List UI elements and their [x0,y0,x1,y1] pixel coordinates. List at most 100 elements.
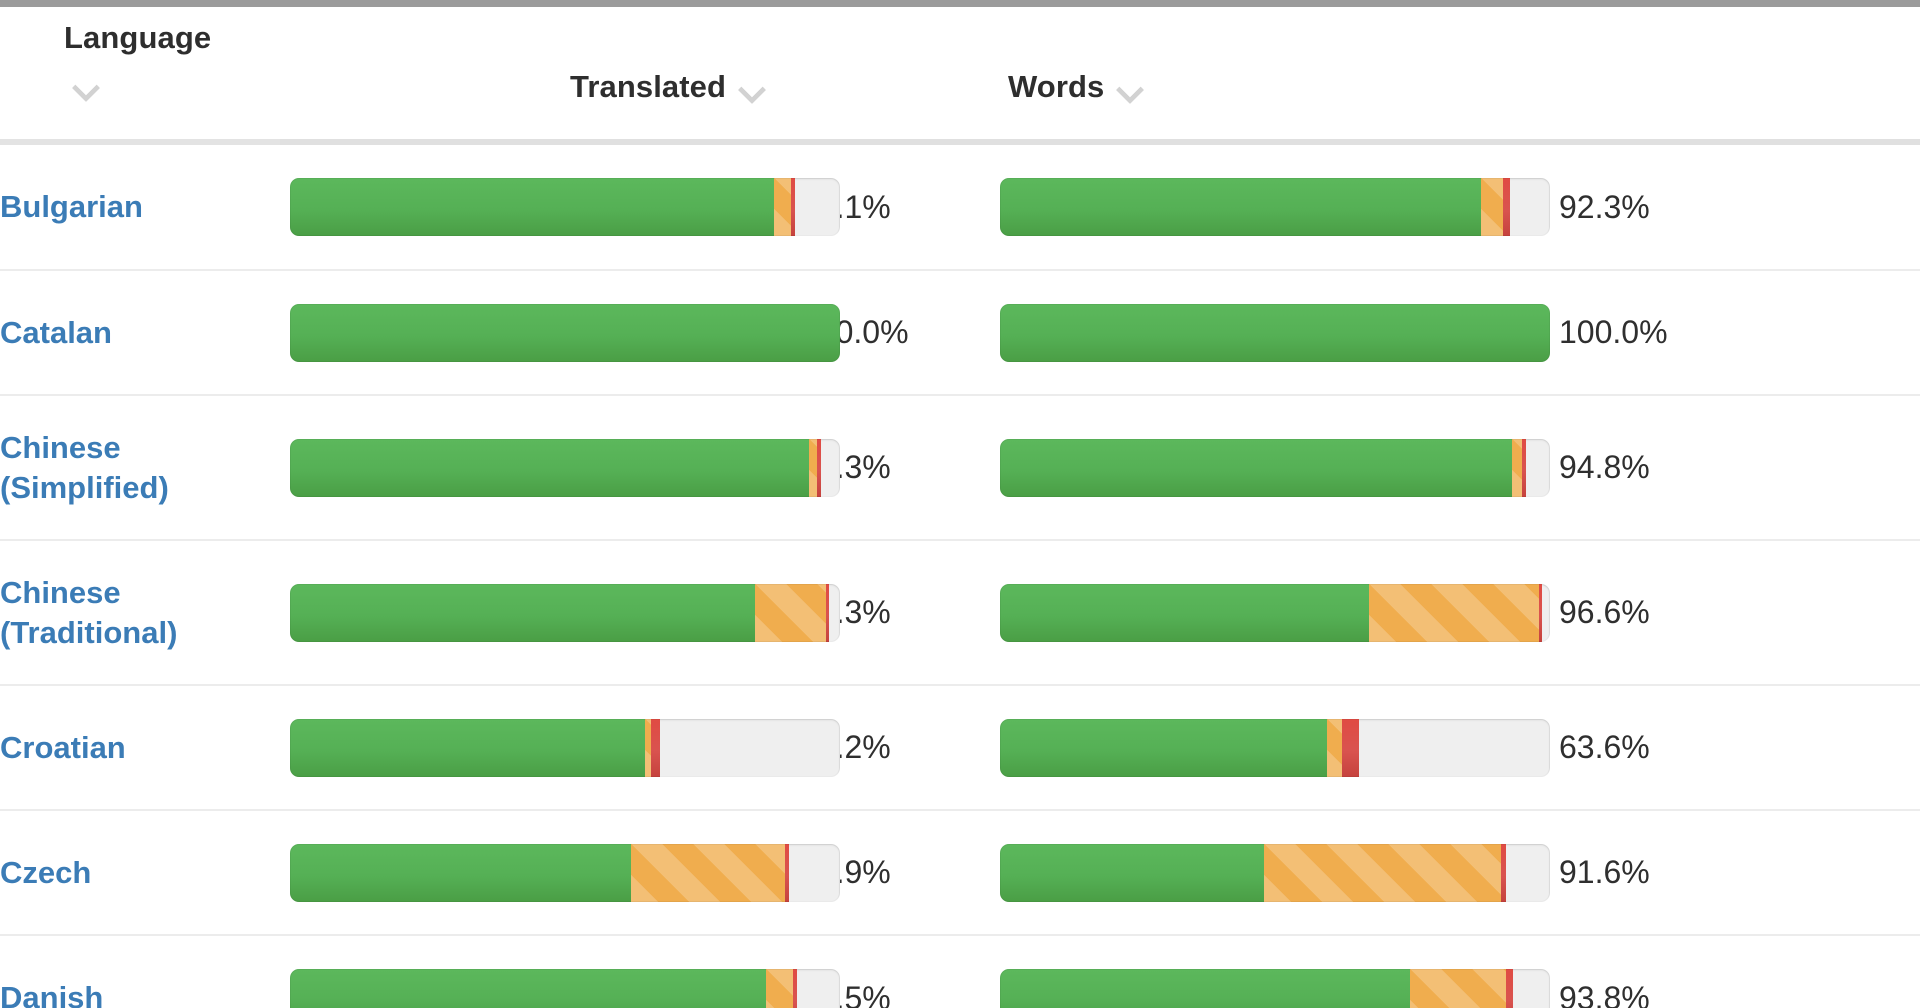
segment-translated [1000,844,1264,902]
words-progress-cell [1000,540,1520,685]
segment-needs-editing [1410,969,1506,1008]
translated-progress-bar[interactable] [290,439,840,497]
segment-translated [290,304,840,362]
segment-failing-checks [1522,439,1526,497]
language-cell: Croatian [0,685,280,810]
segment-failing-checks [1506,969,1513,1008]
segment-translated [1000,439,1512,497]
translated-progress-bar[interactable] [290,304,840,362]
translated-progress-bar[interactable] [290,178,840,236]
segment-failing-checks [793,969,796,1008]
language-cell: Chinese (Simplified) [0,395,280,540]
table-row: Croatian66.2%63.6% [0,685,1920,810]
language-link[interactable]: Bulgarian [0,187,143,227]
top-border-bar [0,0,1920,7]
language-link[interactable]: Chinese (Traditional) [0,573,280,652]
segment-failing-checks [1503,178,1510,236]
language-cell: Danish [0,935,280,1008]
translated-progress-cell [280,935,800,1008]
translated-progress-bar[interactable] [290,719,840,777]
chevron-down-icon[interactable] [739,79,765,95]
words-progress-cell [1000,685,1520,810]
segment-translated [290,969,766,1008]
words-progress-bar[interactable] [1000,304,1550,362]
translated-progress-cell [280,395,800,540]
segment-failing-checks [1342,719,1359,777]
column-header-translated[interactable]: Translated [280,7,1000,139]
segment-failing-checks [1501,844,1507,902]
table-row: Chinese (Simplified)95.3%94.8% [0,395,1920,540]
segment-failing-checks [791,178,795,236]
language-cell: Bulgarian [0,145,280,270]
words-progress-bar[interactable] [1000,719,1550,777]
words-progress-cell [1000,145,1520,270]
segment-needs-editing [631,844,785,902]
column-header-language[interactable]: Language [0,7,280,139]
words-progress-bar[interactable] [1000,969,1550,1008]
translated-progress-cell [280,810,800,935]
words-percent: 94.8% [1520,395,1920,540]
chevron-down-icon[interactable] [73,77,99,93]
segment-needs-editing [1264,844,1501,902]
language-link[interactable]: Catalan [0,313,112,353]
table-header: Language Translated Words [0,7,1920,145]
column-header-language-label: Language [64,20,211,56]
column-header-words-label: Words [1008,69,1104,105]
language-link[interactable]: Croatian [0,728,126,768]
words-progress-bar[interactable] [1000,844,1550,902]
words-progress-bar[interactable] [1000,178,1550,236]
words-percent: 92.3% [1520,145,1920,270]
segment-needs-editing [809,439,818,497]
translated-progress-bar[interactable] [290,584,840,642]
language-cell: Chinese (Traditional) [0,540,280,685]
words-progress-cell [1000,395,1520,540]
words-progress-cell [1000,270,1520,395]
segment-translated [1000,584,1369,642]
table-row: Bulgarian91.1%92.3% [0,145,1920,270]
words-percent: 91.6% [1520,810,1920,935]
words-percent: 100.0% [1520,270,1920,395]
words-percent: 63.6% [1520,685,1920,810]
words-progress-bar[interactable] [1000,584,1550,642]
segment-translated [290,439,809,497]
words-percent: 93.8% [1520,935,1920,1008]
table-row: Czech89.9%91.6% [0,810,1920,935]
segment-needs-editing [1369,584,1540,642]
chevron-down-icon[interactable] [1117,79,1143,95]
language-link[interactable]: Czech [0,853,91,893]
segment-translated [1000,719,1327,777]
segment-translated [290,584,755,642]
words-progress-cell [1000,810,1520,935]
language-link[interactable]: Chinese (Simplified) [0,428,280,507]
segment-failing-checks [826,584,829,642]
translated-progress-bar[interactable] [290,969,840,1008]
segment-failing-checks [785,844,789,902]
stats-page: Language Translated Words [0,0,1920,1008]
segment-failing-checks [1539,584,1542,642]
segment-failing-checks [651,719,660,777]
segment-translated [1000,178,1481,236]
translated-progress-bar[interactable] [290,844,840,902]
segment-needs-editing [1481,178,1503,236]
segment-needs-editing [766,969,794,1008]
column-header-translated-label: Translated [570,69,726,105]
segment-needs-editing [774,178,791,236]
table-row: Chinese (Traditional)97.3%96.6% [0,540,1920,685]
table-row: Danish91.5%93.8% [0,935,1920,1008]
translated-progress-cell [280,540,800,685]
language-cell: Catalan [0,270,280,395]
words-progress-bar[interactable] [1000,439,1550,497]
column-header-words[interactable]: Words [1000,7,1920,139]
segment-needs-editing [755,584,827,642]
segment-translated [290,178,774,236]
language-link[interactable]: Danish [0,978,103,1008]
segment-translated [1000,304,1550,362]
translated-progress-cell [280,270,800,395]
segment-translated [1000,969,1410,1008]
translated-progress-cell [280,145,800,270]
translation-stats-table: Language Translated Words [0,7,1920,1008]
segment-needs-editing [1512,439,1522,497]
language-cell: Czech [0,810,280,935]
segment-failing-checks [817,439,821,497]
words-progress-cell [1000,935,1520,1008]
